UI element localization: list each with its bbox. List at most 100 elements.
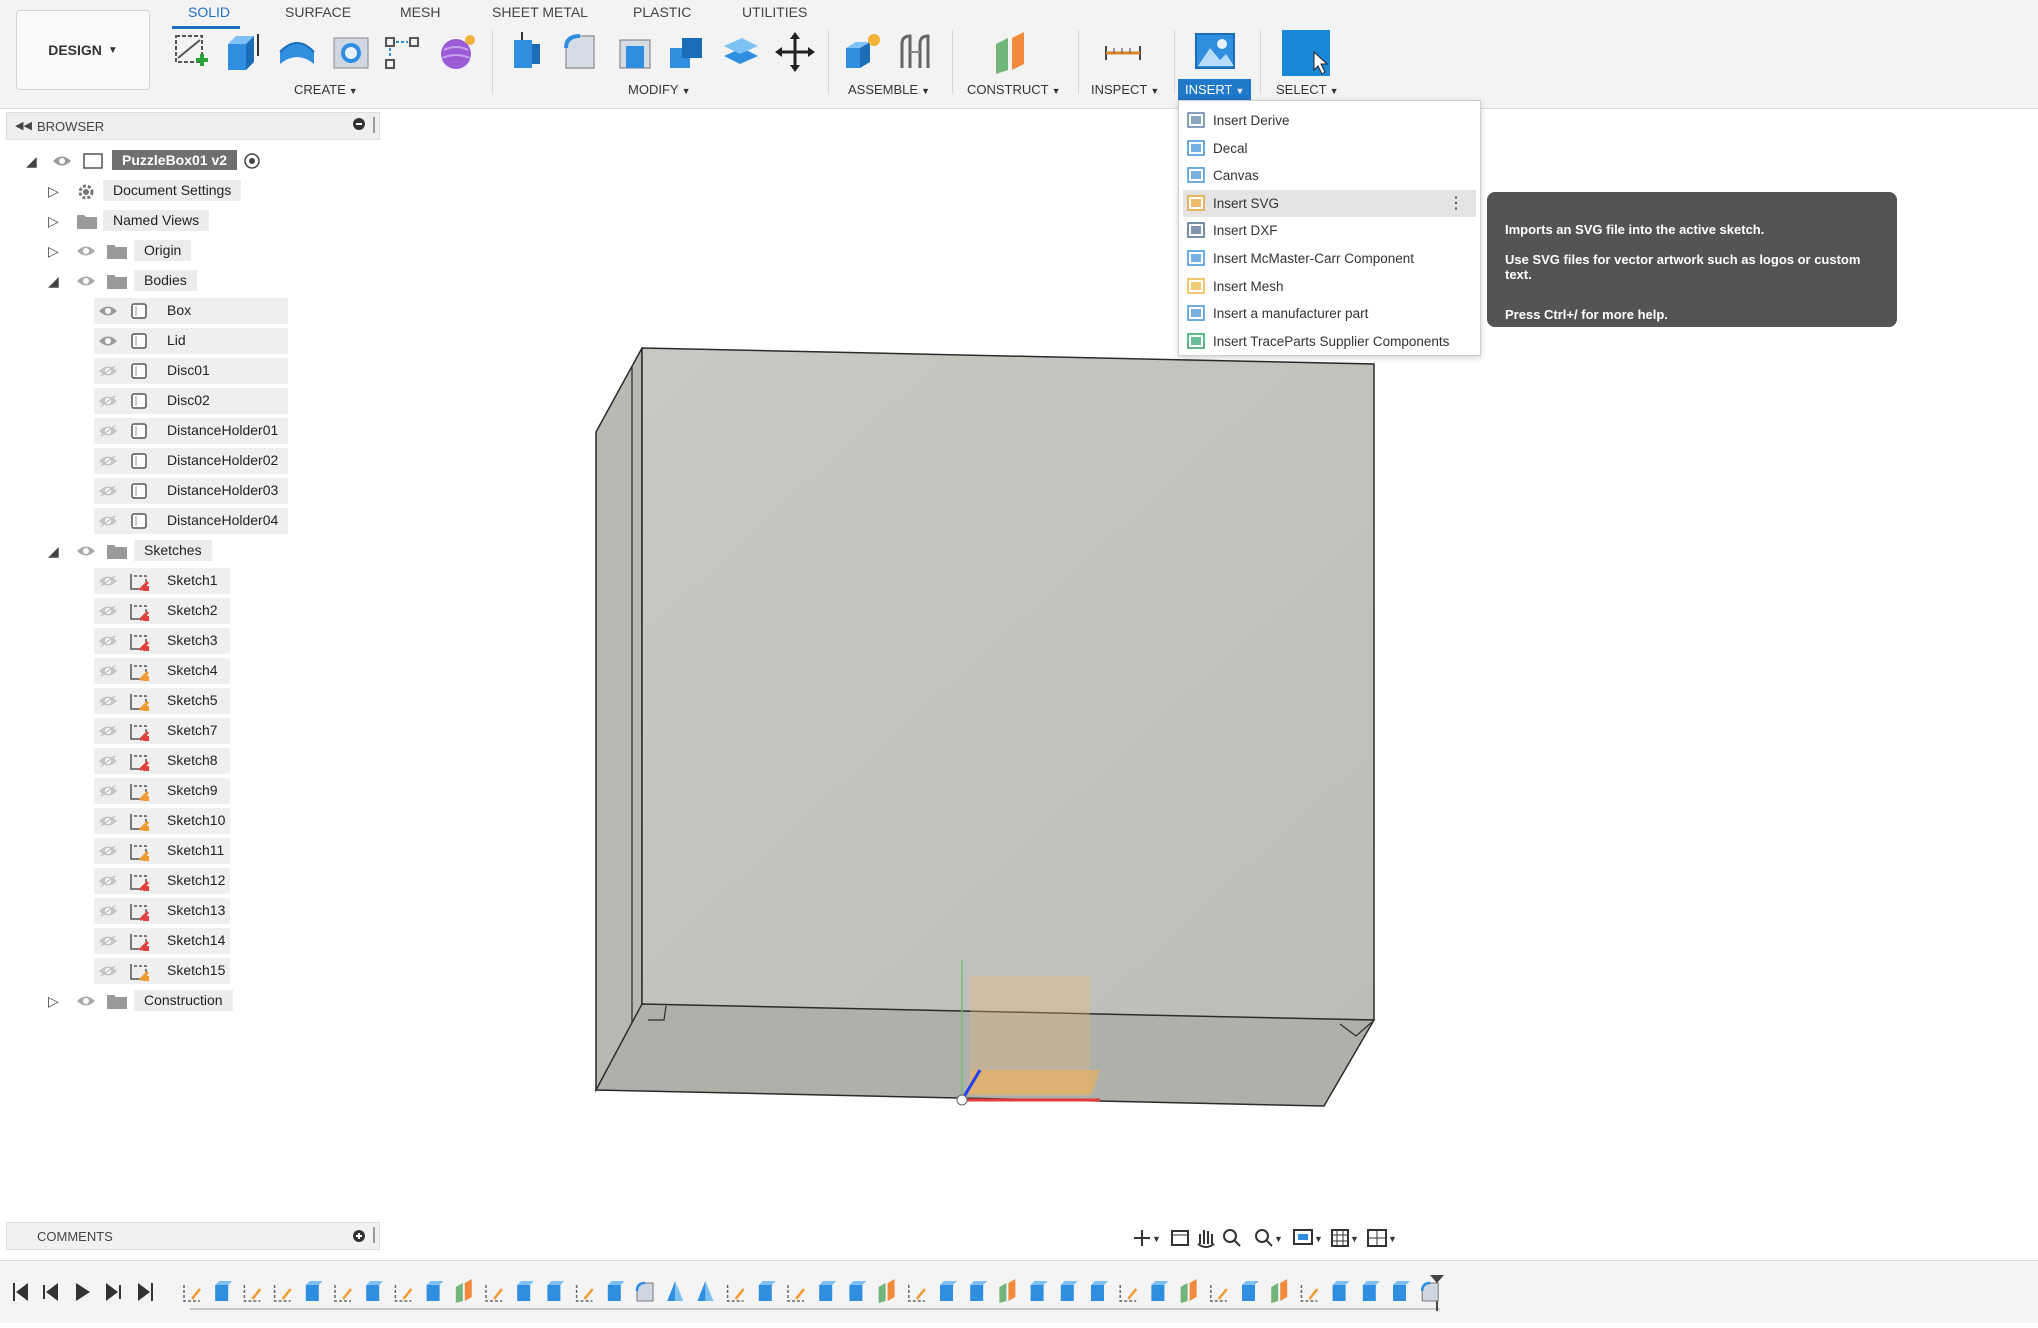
display-settings-icon[interactable]: ▼ — [1293, 1229, 1323, 1245]
activate-radio-icon[interactable] — [244, 153, 260, 169]
eye-hidden-icon[interactable] — [98, 514, 118, 528]
browser-body-row[interactable]: DistanceHolder02 — [0, 448, 380, 474]
eye-hidden-icon[interactable] — [98, 814, 118, 828]
press-pull-icon[interactable] — [506, 30, 548, 74]
browser-node-bodies[interactable]: ◢ Bodies — [0, 268, 380, 294]
new-component-icon[interactable] — [842, 30, 884, 74]
eye-hidden-icon[interactable] — [98, 694, 118, 708]
eye-visible-icon[interactable] — [52, 154, 72, 168]
tab-utilities[interactable]: UTILITIES — [742, 4, 807, 20]
orbit-icon[interactable]: ▼ — [1134, 1230, 1161, 1246]
go-to-end-icon[interactable] — [138, 1283, 153, 1301]
panel-resize-handle[interactable] — [373, 117, 375, 133]
timeline-sketch-icon[interactable] — [394, 1285, 413, 1302]
grid-settings-icon[interactable]: ▼ — [1331, 1229, 1359, 1247]
combine-icon[interactable] — [666, 30, 708, 74]
timeline-sketch-icon[interactable] — [334, 1285, 352, 1302]
timeline-extrude-icon[interactable] — [758, 1281, 776, 1301]
browser-sketch-row[interactable]: Sketch5 — [0, 688, 380, 714]
collapsed-triangle-icon[interactable]: ▷ — [48, 213, 59, 230]
eye-hidden-icon[interactable] — [98, 844, 118, 858]
revolve-icon[interactable] — [276, 30, 318, 74]
timeline-extrude-icon[interactable] — [1362, 1281, 1380, 1301]
eye-hidden-icon[interactable] — [98, 604, 118, 618]
step-forward-icon[interactable] — [106, 1283, 121, 1301]
eye-hidden-icon[interactable] — [98, 724, 118, 738]
assemble-menu[interactable]: ASSEMBLE ▼ — [848, 82, 930, 97]
timeline-extrude-icon[interactable] — [1242, 1281, 1259, 1301]
viewports-icon[interactable]: ▼ — [1367, 1229, 1397, 1247]
browser-sketch-row[interactable]: Sketch4 — [0, 658, 380, 684]
select-tool-icon[interactable] — [1282, 30, 1330, 76]
eye-hidden-icon[interactable] — [98, 394, 118, 408]
select-menu[interactable]: SELECT ▼ — [1276, 82, 1339, 97]
timeline-extrude-icon[interactable] — [1393, 1281, 1410, 1301]
timeline-extrude-icon[interactable] — [1030, 1281, 1048, 1301]
tab-sheet-metal[interactable]: SHEET METAL — [492, 4, 588, 20]
create-sketch-icon[interactable] — [170, 30, 212, 74]
browser-sketch-row[interactable]: Sketch12 — [0, 868, 380, 894]
design-workspace-button[interactable]: DESIGN ▼ — [16, 10, 150, 90]
timeline-extrude-icon[interactable] — [1060, 1281, 1078, 1301]
timeline-extrude-icon[interactable] — [970, 1281, 988, 1301]
origin-point[interactable] — [956, 1094, 968, 1106]
move-copy-icon[interactable] — [774, 30, 816, 74]
menu-item-insert-svg[interactable]: Insert SVG ⋮ — [1183, 189, 1476, 217]
eye-hidden-icon[interactable] — [98, 664, 118, 678]
browser-sketch-row[interactable]: Sketch8 — [0, 748, 380, 774]
timeline-sketch-icon[interactable] — [908, 1285, 926, 1302]
shell-icon[interactable] — [614, 30, 656, 74]
eye-hidden-icon[interactable] — [98, 364, 118, 378]
browser-sketch-row[interactable]: Sketch1 — [0, 568, 380, 594]
browser-body-row[interactable]: DistanceHolder03 — [0, 478, 380, 504]
eye-hidden-icon[interactable] — [98, 934, 118, 948]
timeline-sketch-icon[interactable] — [726, 1285, 745, 1302]
pan-hand-icon[interactable] — [1197, 1230, 1215, 1248]
expanded-triangle-icon[interactable]: ◢ — [48, 543, 59, 560]
browser-node-construction[interactable]: ▷ Construction — [0, 988, 380, 1014]
panel-options-icon[interactable] — [353, 118, 365, 130]
menu-item-canvas[interactable]: Canvas — [1183, 162, 1476, 189]
browser-node-sketches[interactable]: ◢ Sketches — [0, 538, 380, 564]
eye-hidden-icon[interactable] — [98, 484, 118, 498]
browser-sketch-row[interactable]: Sketch2 — [0, 598, 380, 624]
timeline-mirror-icon[interactable] — [667, 1281, 684, 1301]
timeline-plane-icon[interactable] — [1180, 1279, 1197, 1303]
tab-surface[interactable]: SURFACE — [285, 4, 351, 20]
menu-item-insert-dxf[interactable]: Insert DXF — [1183, 217, 1476, 244]
create-menu[interactable]: CREATE ▼ — [294, 82, 358, 97]
create-form-icon[interactable] — [436, 30, 478, 74]
look-at-icon[interactable] — [1171, 1230, 1189, 1246]
browser-body-row[interactable]: Disc02 — [0, 388, 380, 414]
timeline-extrude-icon[interactable] — [1332, 1281, 1350, 1301]
menu-item-decal[interactable]: Decal — [1183, 135, 1476, 162]
eye-hidden-icon[interactable] — [98, 784, 118, 798]
timeline-fillet-icon[interactable] — [1420, 1281, 1439, 1302]
menu-item-manufacturer-part[interactable]: Insert a manufacturer part — [1183, 300, 1476, 327]
browser-root-node[interactable]: ◢ PuzzleBox01 v2 — [0, 148, 380, 174]
timeline-sketch-icon[interactable] — [243, 1285, 262, 1302]
menu-item-insert-mesh[interactable]: Insert Mesh — [1183, 273, 1476, 300]
browser-sketch-row[interactable]: Sketch15 — [0, 958, 380, 984]
joint-icon[interactable] — [894, 30, 936, 74]
tab-mesh[interactable]: MESH — [400, 4, 440, 20]
eye-hidden-icon[interactable] — [98, 904, 118, 918]
timeline-extrude-icon[interactable] — [547, 1281, 565, 1301]
timeline-extrude-icon[interactable] — [819, 1281, 837, 1301]
menu-item-traceparts[interactable]: Insert TraceParts Supplier Components — [1183, 328, 1476, 355]
collapse-panel-icon[interactable]: ◀◀ — [15, 119, 32, 132]
browser-sketch-row[interactable]: Sketch9 — [0, 778, 380, 804]
browser-body-row[interactable]: DistanceHolder01 — [0, 418, 380, 444]
browser-body-row[interactable]: Lid — [0, 328, 380, 354]
timeline-extrude-icon[interactable] — [1091, 1281, 1108, 1301]
collapsed-triangle-icon[interactable]: ▷ — [48, 183, 59, 200]
eye-visible-icon[interactable] — [98, 334, 118, 348]
collapsed-triangle-icon[interactable]: ▷ — [48, 993, 59, 1010]
timeline-extrude-icon[interactable] — [215, 1281, 233, 1301]
browser-sketch-row[interactable]: Sketch13 — [0, 898, 380, 924]
expanded-triangle-icon[interactable]: ◢ — [26, 153, 37, 170]
timeline-extrude-icon[interactable] — [305, 1281, 323, 1301]
timeline-extrude-icon[interactable] — [426, 1281, 444, 1301]
fit-zoom-icon[interactable]: ▼ — [1255, 1229, 1283, 1247]
add-comment-icon[interactable] — [353, 1230, 365, 1242]
